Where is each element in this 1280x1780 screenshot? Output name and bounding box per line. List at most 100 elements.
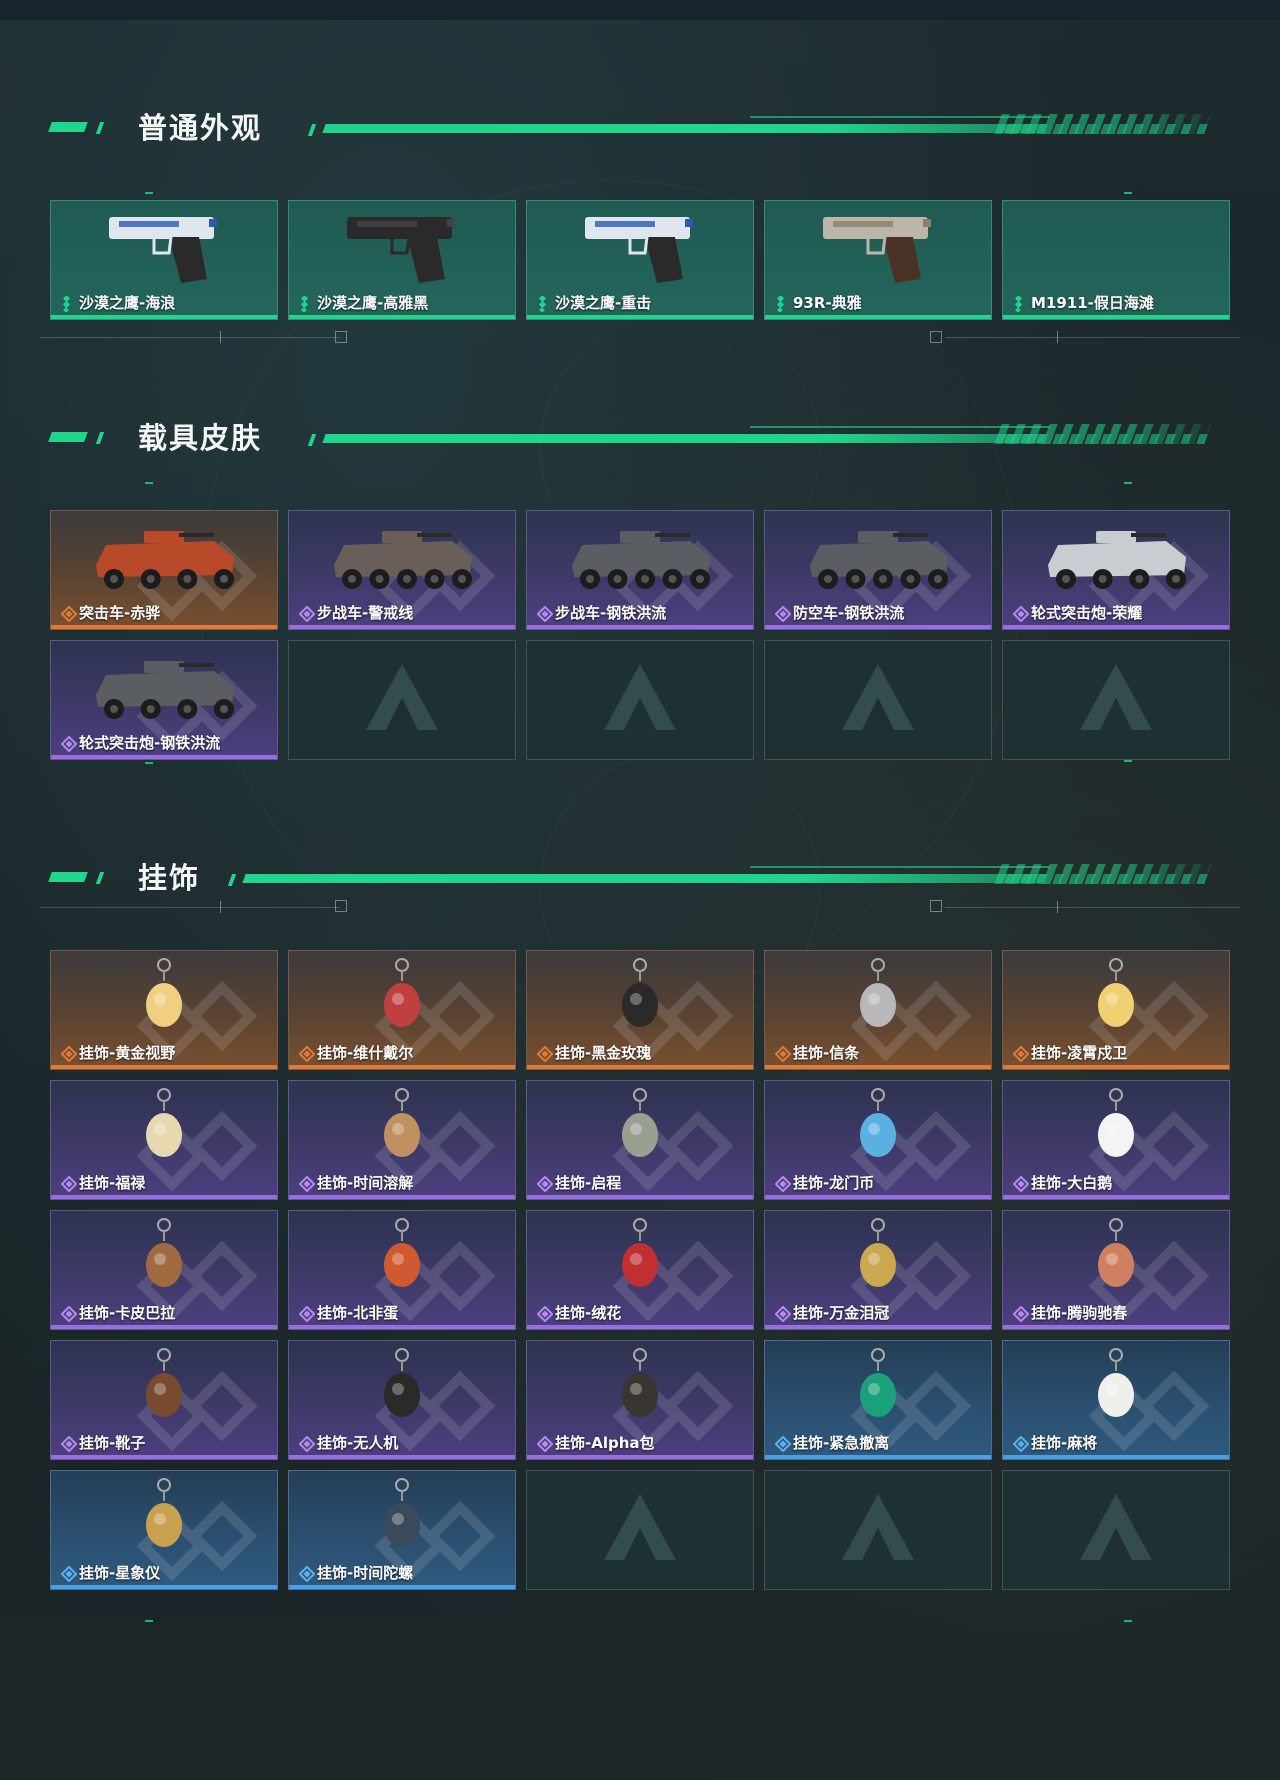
rarity-bar: [527, 1065, 753, 1069]
item-card[interactable]: 挂饰-紧急撤离: [764, 1340, 992, 1460]
rarity-icon: [536, 1305, 554, 1323]
rarity-icon: [537, 294, 550, 313]
title-dash: [48, 432, 88, 442]
item-label: 沙漠之鹰-海浪: [79, 294, 176, 312]
empty-slot-logo-icon: [1076, 1490, 1156, 1570]
rarity-bar: [765, 315, 991, 319]
rarity-icon: [536, 1435, 554, 1453]
rarity-icon: [61, 294, 74, 313]
rarity-bar: [765, 1455, 991, 1459]
item-card[interactable]: 沙漠之鹰-高雅黑: [288, 200, 516, 320]
charm-guardian-icon: [1086, 957, 1146, 1041]
rarity-bar: [1003, 625, 1229, 629]
item-card[interactable]: 挂饰-黄金视野: [50, 950, 278, 1070]
rarity-icon: [60, 1565, 78, 1583]
hud-tick: [220, 331, 221, 343]
section-header-appearance: 普通外观: [48, 108, 1212, 148]
rarity-icon: [60, 605, 78, 623]
section-title: 挂饰: [138, 861, 201, 895]
rarity-icon: [774, 1045, 792, 1063]
item-card[interactable]: 挂饰-Alpha包: [526, 1340, 754, 1460]
item-card[interactable]: 挂饰-北非蛋: [288, 1210, 516, 1330]
item-label: 挂饰-紧急撤离: [793, 1434, 890, 1452]
item-card[interactable]: 挂饰-龙门币: [764, 1080, 992, 1200]
item-card[interactable]: 挂饰-黑金玫瑰: [526, 950, 754, 1070]
item-card[interactable]: M1911-假日海滩: [1002, 200, 1230, 320]
item-card[interactable]: 步战车-警戒线: [288, 510, 516, 630]
charm-mahjong-icon: [1086, 1347, 1146, 1431]
item-card[interactable]: 挂饰-万金泪冠: [764, 1210, 992, 1330]
rarity-icon: [774, 1435, 792, 1453]
rarity-bar: [527, 1195, 753, 1199]
rarity-bar: [289, 1455, 515, 1459]
item-card[interactable]: 挂饰-无人机: [288, 1340, 516, 1460]
charm-crown-icon: [848, 1217, 908, 1301]
rarity-icon: [60, 1045, 78, 1063]
hud-line: [945, 907, 1240, 908]
section-title: 普通外观: [138, 111, 263, 145]
rarity-icon: [536, 1045, 554, 1063]
empty-slot-card: [1002, 640, 1230, 760]
item-card[interactable]: 步战车-钢铁洪流: [526, 510, 754, 630]
rarity-icon: [298, 605, 316, 623]
item-label: 挂饰-靴子: [79, 1434, 146, 1452]
charm-tag-icon: [372, 957, 432, 1041]
item-card[interactable]: 挂饰-大白鹅: [1002, 1080, 1230, 1200]
item-card[interactable]: 突击车-赤骅: [50, 510, 278, 630]
charm-goose-icon: [1086, 1087, 1146, 1171]
item-card[interactable]: 轮式突击炮-荣耀: [1002, 510, 1230, 630]
item-label: 挂饰-福禄: [79, 1174, 146, 1192]
item-card[interactable]: 挂饰-启程: [526, 1080, 754, 1200]
item-label: 挂饰-星象仪: [79, 1564, 161, 1582]
rarity-icon: [1012, 1435, 1030, 1453]
rarity-bar: [51, 1065, 277, 1069]
item-card[interactable]: 挂饰-凌霄戍卫: [1002, 950, 1230, 1070]
title-line: [322, 434, 1046, 443]
item-card[interactable]: 挂饰-时间溶解: [288, 1080, 516, 1200]
title-line: [242, 874, 1046, 883]
item-card[interactable]: 挂饰-福禄: [50, 1080, 278, 1200]
assault-vehicle-red-icon: [84, 517, 244, 601]
empty-slot-card: [288, 640, 516, 760]
rarity-bar: [1003, 1455, 1229, 1459]
rarity-icon: [1012, 1305, 1030, 1323]
item-card[interactable]: 挂饰-时间陀螺: [288, 1470, 516, 1590]
rarity-icon: [774, 605, 792, 623]
rarity-icon: [60, 735, 78, 753]
item-card[interactable]: 挂饰-靴子: [50, 1340, 278, 1460]
charm-time-top-icon: [372, 1477, 432, 1561]
hud-box: [335, 900, 347, 912]
rarity-icon: [298, 1305, 316, 1323]
charm-carriage-icon: [1086, 1217, 1146, 1301]
aa-vehicle-steel-icon: [798, 517, 958, 601]
empty-slot-card: [526, 640, 754, 760]
item-card[interactable]: 挂饰-腾驹驰春: [1002, 1210, 1230, 1330]
item-card[interactable]: 轮式突击炮-钢铁洪流: [50, 640, 278, 760]
item-card[interactable]: 挂饰-卡皮巴拉: [50, 1210, 278, 1330]
item-label: 挂饰-大白鹅: [1031, 1174, 1113, 1192]
charm-emergency-icon: [848, 1347, 908, 1431]
rarity-bar: [51, 1195, 277, 1199]
item-card[interactable]: 防空车-钢铁洪流: [764, 510, 992, 630]
item-card[interactable]: 挂饰-麻将: [1002, 1340, 1230, 1460]
item-card[interactable]: 挂饰-信条: [764, 950, 992, 1070]
item-card[interactable]: 93R-典雅: [764, 200, 992, 320]
title-line: [322, 124, 1046, 133]
item-label: 轮式突击炮-钢铁洪流: [79, 734, 221, 752]
rarity-icon: [774, 1175, 792, 1193]
item-card[interactable]: 沙漠之鹰-海浪: [50, 200, 278, 320]
hud-tick: [1057, 901, 1058, 913]
rarity-icon: [1013, 294, 1026, 313]
item-card[interactable]: 挂饰-星象仪: [50, 1470, 278, 1590]
charm-rose-black-icon: [610, 957, 670, 1041]
item-card[interactable]: 沙漠之鹰-重击: [526, 200, 754, 320]
item-card[interactable]: 挂饰-维什戴尔: [288, 950, 516, 1070]
corner-mark: [1124, 482, 1132, 484]
title-dash: [48, 122, 88, 132]
item-label: 挂饰-黄金视野: [79, 1044, 176, 1062]
charm-medal-icon: [610, 1087, 670, 1171]
rarity-icon: [298, 1045, 316, 1063]
item-card[interactable]: 挂饰-绒花: [526, 1210, 754, 1330]
corner-mark: [1124, 192, 1132, 194]
item-label: 挂饰-绒花: [555, 1304, 622, 1322]
